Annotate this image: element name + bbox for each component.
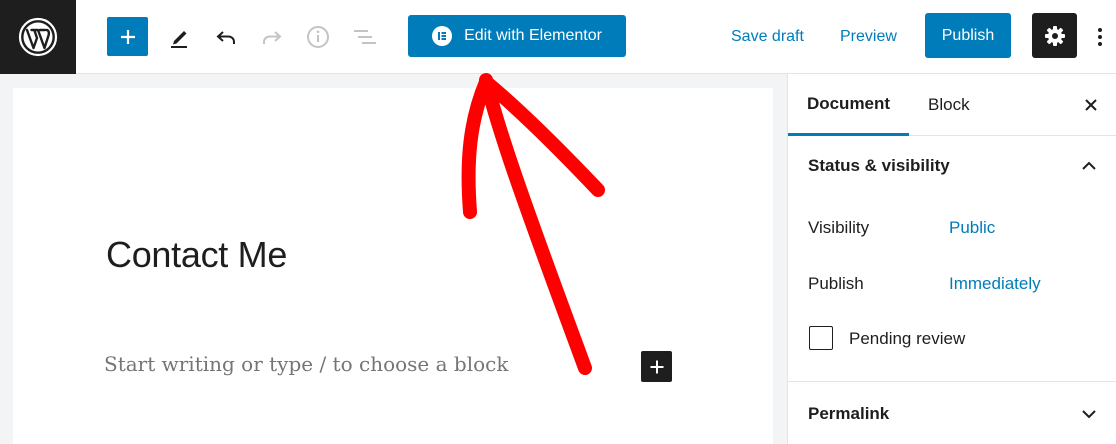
save-draft-button[interactable]: Save draft: [731, 20, 804, 54]
permalink-title: Permalink: [808, 404, 890, 423]
vertical-ellipsis-icon: [1098, 28, 1102, 46]
chevron-up-icon: [1082, 161, 1096, 170]
undo-button[interactable]: [209, 20, 243, 54]
tab-document[interactable]: Document: [788, 74, 909, 136]
publish-label: Publish: [808, 274, 864, 293]
redo-button[interactable]: [255, 20, 289, 54]
add-block-button[interactable]: [107, 17, 148, 56]
settings-button[interactable]: [1032, 13, 1077, 58]
close-icon: [1085, 99, 1097, 111]
details-button[interactable]: [301, 20, 335, 54]
tab-block[interactable]: Block: [928, 74, 972, 136]
post-title[interactable]: Contact Me: [106, 234, 287, 276]
permalink-panel-toggle[interactable]: Permalink: [788, 386, 1116, 442]
close-sidebar-button[interactable]: [1078, 92, 1104, 118]
tools-button[interactable]: [162, 20, 196, 54]
list-outline-icon: [354, 30, 376, 44]
sidebar-tabs: Document Block: [788, 74, 1116, 136]
elementor-logo-icon: [432, 26, 453, 46]
pending-review-checkbox[interactable]: [809, 326, 833, 350]
publish-date-link[interactable]: Immediately: [949, 274, 1041, 294]
panel-divider: [788, 381, 1116, 382]
settings-sidebar: Document Block Status & visibility Visib…: [787, 74, 1116, 444]
info-icon: [307, 26, 329, 48]
editor-toolbar: Edit with Elementor Save draft Preview P…: [0, 0, 1116, 74]
status-visibility-title: Status & visibility: [808, 156, 950, 175]
gear-icon: [1044, 25, 1065, 46]
wordpress-logo-icon: [18, 17, 58, 57]
status-visibility-panel-toggle[interactable]: Status & visibility: [788, 138, 1116, 194]
edit-with-elementor-button[interactable]: Edit with Elementor: [408, 15, 626, 57]
publish-button[interactable]: Publish: [925, 13, 1011, 58]
editor-canvas: Contact Me Start writing or type / to ch…: [13, 88, 773, 444]
plus-icon: [120, 29, 135, 44]
preview-button[interactable]: Preview: [840, 20, 897, 54]
pending-review-label[interactable]: Pending review: [849, 329, 965, 349]
block-placeholder[interactable]: Start writing or type / to choose a bloc…: [104, 352, 508, 376]
undo-icon: [216, 31, 235, 44]
outline-button[interactable]: [347, 20, 381, 54]
visibility-value-link[interactable]: Public: [949, 218, 995, 238]
visibility-label: Visibility: [808, 218, 870, 237]
more-options-button[interactable]: [1090, 20, 1110, 54]
plus-icon: [650, 360, 663, 373]
edit-with-elementor-label: Edit with Elementor: [464, 27, 602, 44]
inline-add-block-button[interactable]: [641, 351, 672, 382]
redo-icon: [263, 31, 282, 44]
pencil-icon: [171, 31, 187, 48]
wordpress-logo-button[interactable]: [0, 0, 76, 74]
chevron-down-icon: [1082, 410, 1096, 419]
